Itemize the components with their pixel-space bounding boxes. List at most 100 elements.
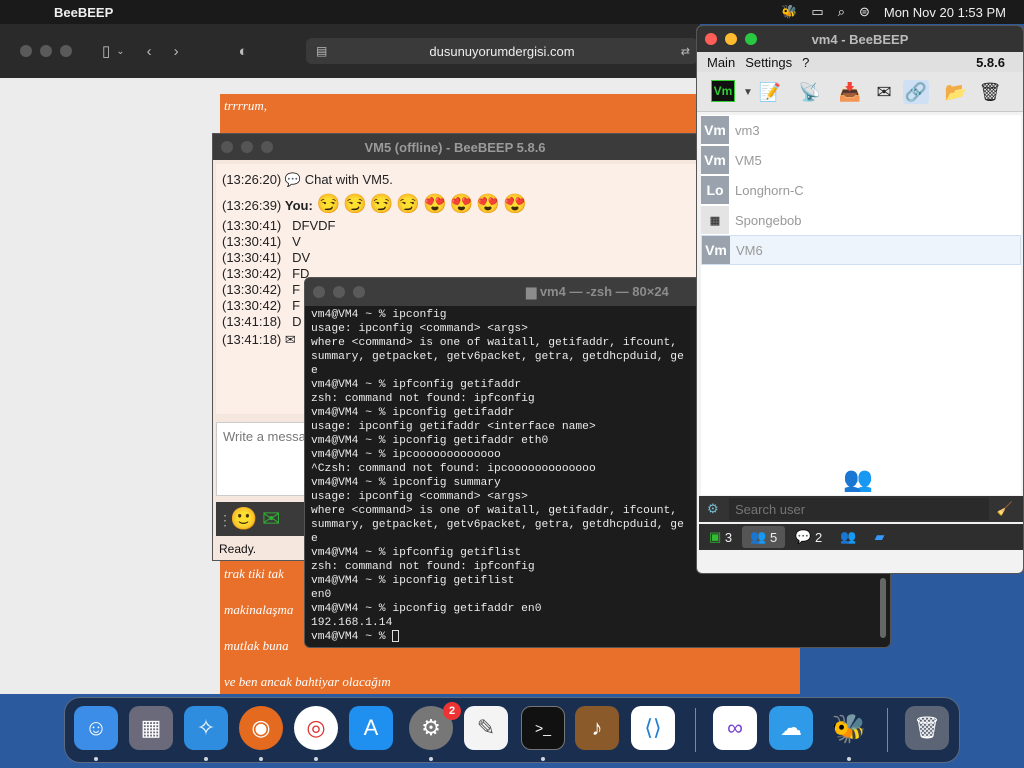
back-icon[interactable]: ‹ bbox=[147, 43, 152, 60]
textedit-icon[interactable]: ✎ bbox=[464, 706, 508, 750]
chat-message: (13:41:18) ✉ bbox=[222, 332, 296, 347]
chat-message: (13:26:20) 💬 Chat with VM5. bbox=[222, 172, 393, 187]
dock-separator bbox=[695, 708, 696, 752]
window-icon[interactable]: ▭ bbox=[811, 4, 823, 20]
send-file-icon[interactable]: ✉ bbox=[262, 506, 280, 532]
zoom-button[interactable] bbox=[60, 45, 72, 57]
dock: ☺ ▦ ✧ ◉ ◎ A ⚙ 2 ✎ >_ ♪ ⟨⟩ ∞ ☁ 🐝 🗑 bbox=[64, 697, 960, 763]
app-store-icon[interactable]: A bbox=[349, 706, 393, 750]
dock-separator bbox=[887, 708, 888, 752]
network-icon[interactable]: 🔗 bbox=[903, 80, 929, 104]
avatar: Lo bbox=[701, 176, 729, 204]
groups-icon: 💬 bbox=[795, 529, 812, 544]
active-app-name[interactable]: BeeBEEP bbox=[54, 5, 113, 20]
tray-icon[interactable]: 📥 bbox=[837, 80, 863, 104]
running-indicator bbox=[429, 757, 433, 761]
compose-icon[interactable]: ✉ bbox=[871, 80, 897, 104]
chat-message: (13:41:18) D bbox=[222, 314, 302, 329]
chat-message: (13:26:39) You: 😏😏😏😏😍😍😍😍 bbox=[222, 194, 530, 215]
trash-icon[interactable]: 🗑 bbox=[977, 80, 1003, 104]
safari-icon[interactable]: ✧ bbox=[184, 706, 228, 750]
window-title: vm4 - BeeBEEP bbox=[811, 31, 909, 47]
weather-icon[interactable]: ☁ bbox=[769, 706, 813, 750]
visual-studio-icon[interactable]: ∞ bbox=[713, 706, 757, 750]
article-line: trrrrum, bbox=[224, 98, 267, 113]
users-group-icon: 👥 bbox=[843, 466, 873, 493]
broom-icon[interactable]: 🧹 bbox=[997, 501, 1013, 517]
article-line: ve ben ancak bahtiyar olacağım bbox=[224, 674, 391, 689]
people-icon: 👥 bbox=[840, 529, 857, 544]
emoji-row: 😏😏😏😏😍😍😍😍 bbox=[316, 194, 530, 215]
file-share-icon[interactable]: 📂 bbox=[943, 80, 969, 104]
user-item-vm6[interactable]: Vm VM6 bbox=[701, 235, 1021, 265]
running-indicator bbox=[259, 757, 263, 761]
beebeep-icon[interactable]: 🐝 bbox=[827, 706, 871, 750]
envelope-icon: ✉ bbox=[284, 332, 296, 347]
translate-icon[interactable]: ⇄ bbox=[681, 45, 690, 58]
status-bar: Ready. bbox=[219, 542, 257, 556]
bee-icon[interactable]: 🐝 bbox=[781, 4, 797, 20]
folder-icon: ▆ bbox=[526, 284, 537, 299]
finder-icon[interactable]: ☺ bbox=[74, 706, 118, 750]
avatar: Vm bbox=[702, 236, 730, 264]
search-icon[interactable]: ⌕ bbox=[838, 4, 845, 20]
user-item-longhorn[interactable]: Lo Longhorn-C bbox=[701, 175, 1021, 205]
search-input[interactable] bbox=[729, 498, 989, 520]
menu-bar: BeeBEEP 🐝 ▭ ⌕ ⊜ Mon Nov 20 1:53 PM bbox=[0, 0, 1024, 24]
beebeep-toolbar: Vm ▼ 📝 📡 📥 ✉ 🔗 📂 🗑 bbox=[697, 72, 1023, 112]
user-item-vm5[interactable]: Vm VM5 bbox=[701, 145, 1021, 175]
shield-icon[interactable]: ◐ bbox=[239, 43, 248, 60]
close-button[interactable] bbox=[20, 45, 32, 57]
vscode-icon[interactable]: ⟨⟩ bbox=[631, 706, 675, 750]
menu-settings[interactable]: Settings bbox=[745, 55, 792, 70]
forward-icon[interactable]: › bbox=[174, 43, 179, 60]
system-settings-icon[interactable]: ⚙ 2 bbox=[409, 702, 461, 750]
clock[interactable]: Mon Nov 20 1:53 PM bbox=[884, 5, 1006, 20]
tab-groups[interactable]: 💬 2 bbox=[787, 526, 830, 548]
running-indicator bbox=[541, 757, 545, 761]
users-icon: 👥 bbox=[750, 529, 767, 544]
user-list[interactable]: Vm vm3 Vm VM5 Lo Longhorn-C ▦ Spongebob Vm VM… bbox=[701, 115, 1021, 495]
terminal-icon[interactable]: >_ bbox=[521, 706, 565, 750]
beebeep-menu: Main Settings ? 5.8.6 bbox=[697, 52, 1023, 72]
url-text: dusunuyorumdergisi.com bbox=[429, 43, 575, 59]
reader-icon[interactable]: ▤ bbox=[316, 44, 327, 58]
chevron-down-icon[interactable]: ⌄ bbox=[116, 46, 124, 57]
notes-icon[interactable]: 📝 bbox=[757, 80, 783, 104]
running-indicator bbox=[204, 757, 208, 761]
firefox-icon[interactable]: ◉ bbox=[239, 706, 283, 750]
tab-users[interactable]: 👥 5 bbox=[742, 526, 786, 548]
article-line: mutlak buna bbox=[224, 638, 289, 653]
emoticon-icon[interactable]: 🙂 bbox=[230, 506, 257, 532]
menu-help[interactable]: ? bbox=[802, 55, 809, 70]
avatar: Vm bbox=[701, 146, 729, 174]
sidebar-icon[interactable]: ▯ bbox=[102, 42, 110, 60]
tab-people[interactable]: 👥 bbox=[832, 526, 864, 548]
menu-main[interactable]: Main bbox=[707, 55, 735, 70]
gear-icon[interactable]: ⚙ bbox=[707, 501, 719, 517]
scrollbar[interactable] bbox=[880, 578, 886, 638]
trash-icon[interactable]: 🗑 bbox=[905, 706, 949, 750]
profile-button[interactable]: Vm bbox=[711, 80, 735, 102]
garageband-icon[interactable]: ♪ bbox=[575, 706, 619, 750]
launchpad-icon[interactable]: ▦ bbox=[129, 706, 173, 750]
beebeep-title-bar[interactable]: vm4 - BeeBEEP bbox=[697, 26, 1023, 52]
tab-files[interactable]: ▰ bbox=[866, 526, 892, 548]
chat-message: (13:30:41) DV bbox=[222, 250, 311, 265]
address-bar[interactable]: ▤ dusunuyorumdergisi.com ⇄ bbox=[306, 38, 698, 64]
terminal-cursor bbox=[392, 630, 400, 643]
chat-message: (13:30:42) FD bbox=[222, 266, 310, 281]
running-indicator bbox=[94, 757, 98, 761]
running-indicator bbox=[314, 757, 318, 761]
user-item-spongebob[interactable]: ▦ Spongebob bbox=[701, 205, 1021, 235]
control-center-icon[interactable]: ⊜ bbox=[859, 4, 870, 20]
user-item-vm3[interactable]: Vm vm3 bbox=[701, 115, 1021, 145]
chat-message: (13:30:42) F bbox=[222, 298, 301, 313]
minimize-button[interactable] bbox=[40, 45, 52, 57]
chrome-icon[interactable]: ◎ bbox=[294, 706, 338, 750]
vm5-title-bar[interactable]: VM5 (offline) - BeeBEEP 5.8.6 bbox=[213, 134, 697, 160]
chat-message: (13:30:41) V bbox=[222, 234, 301, 249]
broadcast-icon[interactable]: 📡 bbox=[797, 80, 823, 104]
chat-icon: ▣ bbox=[709, 529, 722, 544]
tab-chats[interactable]: ▣ 3 bbox=[701, 526, 740, 548]
